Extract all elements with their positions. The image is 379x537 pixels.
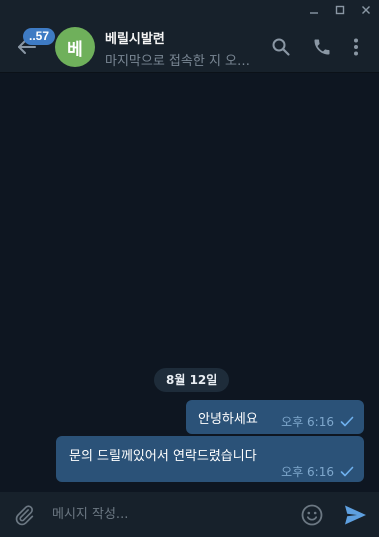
message-text: 안녕하세요 — [198, 412, 258, 427]
message-meta: 오후 6:16 — [281, 413, 354, 430]
read-check-icon — [340, 416, 354, 427]
unread-count-badge: ..57 — [23, 28, 56, 45]
maximize-icon[interactable] — [327, 0, 353, 20]
avatar-initial: 베 — [67, 39, 83, 60]
message-time: 오후 6:16 — [281, 465, 334, 479]
minimize-icon[interactable] — [301, 0, 327, 20]
read-check-icon — [340, 466, 354, 477]
message-text: 문의 드릴께있어서 연락드렸습니다 — [69, 449, 257, 464]
more-vertical-icon[interactable] — [345, 36, 367, 58]
emoji-icon[interactable] — [300, 503, 324, 527]
chat-title[interactable]: 베릴시발련 — [105, 28, 165, 47]
send-icon[interactable] — [343, 503, 368, 527]
chat-status: 마지막으로 접속한 지 오래됨 — [105, 54, 258, 69]
message-meta: 오후 6:16 — [281, 463, 354, 480]
close-icon[interactable] — [353, 0, 379, 20]
date-separator: 8월 12일 — [154, 368, 230, 392]
message-composer: 메시지 작성... — [0, 492, 379, 537]
phone-icon[interactable] — [311, 36, 333, 58]
avatar[interactable]: 베 — [55, 27, 95, 67]
paperclip-icon[interactable] — [13, 504, 35, 526]
message-time: 오후 6:16 — [281, 415, 334, 429]
message-input[interactable]: 메시지 작성... — [52, 505, 282, 525]
search-icon[interactable] — [270, 36, 292, 58]
outgoing-message[interactable]: 안녕하세요 오후 6:16 — [186, 400, 364, 434]
chat-header: ..57 베 베릴시발련 마지막으로 접속한 지 오래됨 — [0, 20, 379, 73]
outgoing-message[interactable]: 문의 드릴께있어서 연락드렸습니다 오후 6:16 — [56, 436, 364, 482]
window-titlebar — [0, 0, 379, 20]
